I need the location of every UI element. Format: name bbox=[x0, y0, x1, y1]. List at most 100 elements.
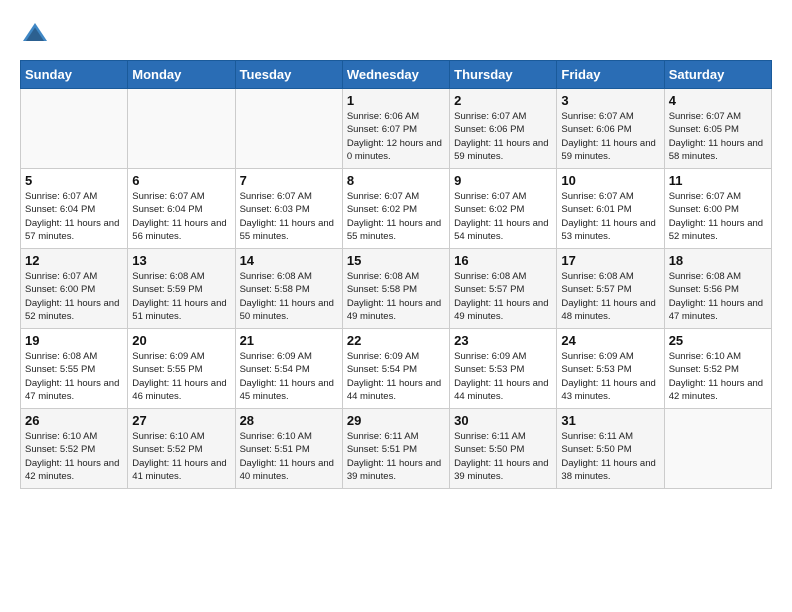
day-number: 20 bbox=[132, 333, 230, 348]
day-cell: 3 Sunrise: 6:07 AMSunset: 6:06 PMDayligh… bbox=[557, 89, 664, 169]
day-cell: 1 Sunrise: 6:06 AMSunset: 6:07 PMDayligh… bbox=[342, 89, 449, 169]
day-info: Sunrise: 6:07 AMSunset: 6:02 PMDaylight:… bbox=[454, 190, 552, 243]
day-info: Sunrise: 6:08 AMSunset: 5:56 PMDaylight:… bbox=[669, 270, 767, 323]
day-number: 4 bbox=[669, 93, 767, 108]
day-cell: 12 Sunrise: 6:07 AMSunset: 6:00 PMDaylig… bbox=[21, 249, 128, 329]
day-info: Sunrise: 6:07 AMSunset: 6:04 PMDaylight:… bbox=[132, 190, 230, 243]
logo bbox=[20, 20, 54, 50]
day-info: Sunrise: 6:11 AMSunset: 5:50 PMDaylight:… bbox=[561, 430, 659, 483]
day-info: Sunrise: 6:07 AMSunset: 6:00 PMDaylight:… bbox=[25, 270, 123, 323]
day-info: Sunrise: 6:10 AMSunset: 5:52 PMDaylight:… bbox=[25, 430, 123, 483]
day-info: Sunrise: 6:07 AMSunset: 6:06 PMDaylight:… bbox=[561, 110, 659, 163]
weekday-header-row: SundayMondayTuesdayWednesdayThursdayFrid… bbox=[21, 61, 772, 89]
day-number: 13 bbox=[132, 253, 230, 268]
calendar: SundayMondayTuesdayWednesdayThursdayFrid… bbox=[20, 60, 772, 489]
day-number: 19 bbox=[25, 333, 123, 348]
day-cell: 8 Sunrise: 6:07 AMSunset: 6:02 PMDayligh… bbox=[342, 169, 449, 249]
day-number: 9 bbox=[454, 173, 552, 188]
day-cell: 20 Sunrise: 6:09 AMSunset: 5:55 PMDaylig… bbox=[128, 329, 235, 409]
day-cell: 25 Sunrise: 6:10 AMSunset: 5:52 PMDaylig… bbox=[664, 329, 771, 409]
day-info: Sunrise: 6:07 AMSunset: 6:05 PMDaylight:… bbox=[669, 110, 767, 163]
week-row-5: 26 Sunrise: 6:10 AMSunset: 5:52 PMDaylig… bbox=[21, 409, 772, 489]
weekday-header-saturday: Saturday bbox=[664, 61, 771, 89]
page: SundayMondayTuesdayWednesdayThursdayFrid… bbox=[0, 0, 792, 499]
day-cell: 31 Sunrise: 6:11 AMSunset: 5:50 PMDaylig… bbox=[557, 409, 664, 489]
day-number: 18 bbox=[669, 253, 767, 268]
day-cell: 16 Sunrise: 6:08 AMSunset: 5:57 PMDaylig… bbox=[450, 249, 557, 329]
day-number: 27 bbox=[132, 413, 230, 428]
day-number: 8 bbox=[347, 173, 445, 188]
day-info: Sunrise: 6:09 AMSunset: 5:53 PMDaylight:… bbox=[454, 350, 552, 403]
day-number: 6 bbox=[132, 173, 230, 188]
day-cell: 14 Sunrise: 6:08 AMSunset: 5:58 PMDaylig… bbox=[235, 249, 342, 329]
day-info: Sunrise: 6:10 AMSunset: 5:52 PMDaylight:… bbox=[132, 430, 230, 483]
day-number: 25 bbox=[669, 333, 767, 348]
day-number: 7 bbox=[240, 173, 338, 188]
day-info: Sunrise: 6:09 AMSunset: 5:55 PMDaylight:… bbox=[132, 350, 230, 403]
day-info: Sunrise: 6:06 AMSunset: 6:07 PMDaylight:… bbox=[347, 110, 445, 163]
day-cell: 26 Sunrise: 6:10 AMSunset: 5:52 PMDaylig… bbox=[21, 409, 128, 489]
day-info: Sunrise: 6:08 AMSunset: 5:59 PMDaylight:… bbox=[132, 270, 230, 323]
day-cell bbox=[128, 89, 235, 169]
day-number: 10 bbox=[561, 173, 659, 188]
day-info: Sunrise: 6:07 AMSunset: 6:06 PMDaylight:… bbox=[454, 110, 552, 163]
day-number: 24 bbox=[561, 333, 659, 348]
day-cell: 18 Sunrise: 6:08 AMSunset: 5:56 PMDaylig… bbox=[664, 249, 771, 329]
day-cell bbox=[235, 89, 342, 169]
day-number: 31 bbox=[561, 413, 659, 428]
day-number: 11 bbox=[669, 173, 767, 188]
day-cell: 15 Sunrise: 6:08 AMSunset: 5:58 PMDaylig… bbox=[342, 249, 449, 329]
day-number: 21 bbox=[240, 333, 338, 348]
weekday-header-tuesday: Tuesday bbox=[235, 61, 342, 89]
day-cell: 19 Sunrise: 6:08 AMSunset: 5:55 PMDaylig… bbox=[21, 329, 128, 409]
weekday-header-sunday: Sunday bbox=[21, 61, 128, 89]
day-info: Sunrise: 6:11 AMSunset: 5:51 PMDaylight:… bbox=[347, 430, 445, 483]
day-number: 17 bbox=[561, 253, 659, 268]
day-cell: 24 Sunrise: 6:09 AMSunset: 5:53 PMDaylig… bbox=[557, 329, 664, 409]
day-number: 3 bbox=[561, 93, 659, 108]
day-number: 26 bbox=[25, 413, 123, 428]
day-cell: 29 Sunrise: 6:11 AMSunset: 5:51 PMDaylig… bbox=[342, 409, 449, 489]
day-cell: 30 Sunrise: 6:11 AMSunset: 5:50 PMDaylig… bbox=[450, 409, 557, 489]
day-number: 29 bbox=[347, 413, 445, 428]
day-number: 22 bbox=[347, 333, 445, 348]
day-cell: 23 Sunrise: 6:09 AMSunset: 5:53 PMDaylig… bbox=[450, 329, 557, 409]
day-info: Sunrise: 6:09 AMSunset: 5:54 PMDaylight:… bbox=[240, 350, 338, 403]
day-info: Sunrise: 6:10 AMSunset: 5:51 PMDaylight:… bbox=[240, 430, 338, 483]
day-info: Sunrise: 6:11 AMSunset: 5:50 PMDaylight:… bbox=[454, 430, 552, 483]
day-cell: 2 Sunrise: 6:07 AMSunset: 6:06 PMDayligh… bbox=[450, 89, 557, 169]
day-number: 28 bbox=[240, 413, 338, 428]
weekday-header-wednesday: Wednesday bbox=[342, 61, 449, 89]
day-info: Sunrise: 6:08 AMSunset: 5:57 PMDaylight:… bbox=[454, 270, 552, 323]
day-cell: 22 Sunrise: 6:09 AMSunset: 5:54 PMDaylig… bbox=[342, 329, 449, 409]
day-cell: 13 Sunrise: 6:08 AMSunset: 5:59 PMDaylig… bbox=[128, 249, 235, 329]
day-number: 15 bbox=[347, 253, 445, 268]
logo-icon bbox=[20, 20, 50, 50]
day-cell: 9 Sunrise: 6:07 AMSunset: 6:02 PMDayligh… bbox=[450, 169, 557, 249]
weekday-header-thursday: Thursday bbox=[450, 61, 557, 89]
day-cell: 5 Sunrise: 6:07 AMSunset: 6:04 PMDayligh… bbox=[21, 169, 128, 249]
day-number: 2 bbox=[454, 93, 552, 108]
day-info: Sunrise: 6:07 AMSunset: 6:04 PMDaylight:… bbox=[25, 190, 123, 243]
day-number: 1 bbox=[347, 93, 445, 108]
header bbox=[20, 20, 772, 50]
day-number: 14 bbox=[240, 253, 338, 268]
day-info: Sunrise: 6:09 AMSunset: 5:54 PMDaylight:… bbox=[347, 350, 445, 403]
day-number: 12 bbox=[25, 253, 123, 268]
day-info: Sunrise: 6:10 AMSunset: 5:52 PMDaylight:… bbox=[669, 350, 767, 403]
day-info: Sunrise: 6:08 AMSunset: 5:55 PMDaylight:… bbox=[25, 350, 123, 403]
day-info: Sunrise: 6:08 AMSunset: 5:58 PMDaylight:… bbox=[347, 270, 445, 323]
day-cell: 28 Sunrise: 6:10 AMSunset: 5:51 PMDaylig… bbox=[235, 409, 342, 489]
day-info: Sunrise: 6:07 AMSunset: 6:02 PMDaylight:… bbox=[347, 190, 445, 243]
day-info: Sunrise: 6:08 AMSunset: 5:57 PMDaylight:… bbox=[561, 270, 659, 323]
day-cell: 6 Sunrise: 6:07 AMSunset: 6:04 PMDayligh… bbox=[128, 169, 235, 249]
day-info: Sunrise: 6:07 AMSunset: 6:03 PMDaylight:… bbox=[240, 190, 338, 243]
day-number: 16 bbox=[454, 253, 552, 268]
day-number: 5 bbox=[25, 173, 123, 188]
day-info: Sunrise: 6:08 AMSunset: 5:58 PMDaylight:… bbox=[240, 270, 338, 323]
week-row-1: 1 Sunrise: 6:06 AMSunset: 6:07 PMDayligh… bbox=[21, 89, 772, 169]
day-cell bbox=[664, 409, 771, 489]
week-row-2: 5 Sunrise: 6:07 AMSunset: 6:04 PMDayligh… bbox=[21, 169, 772, 249]
day-cell: 7 Sunrise: 6:07 AMSunset: 6:03 PMDayligh… bbox=[235, 169, 342, 249]
day-info: Sunrise: 6:07 AMSunset: 6:00 PMDaylight:… bbox=[669, 190, 767, 243]
